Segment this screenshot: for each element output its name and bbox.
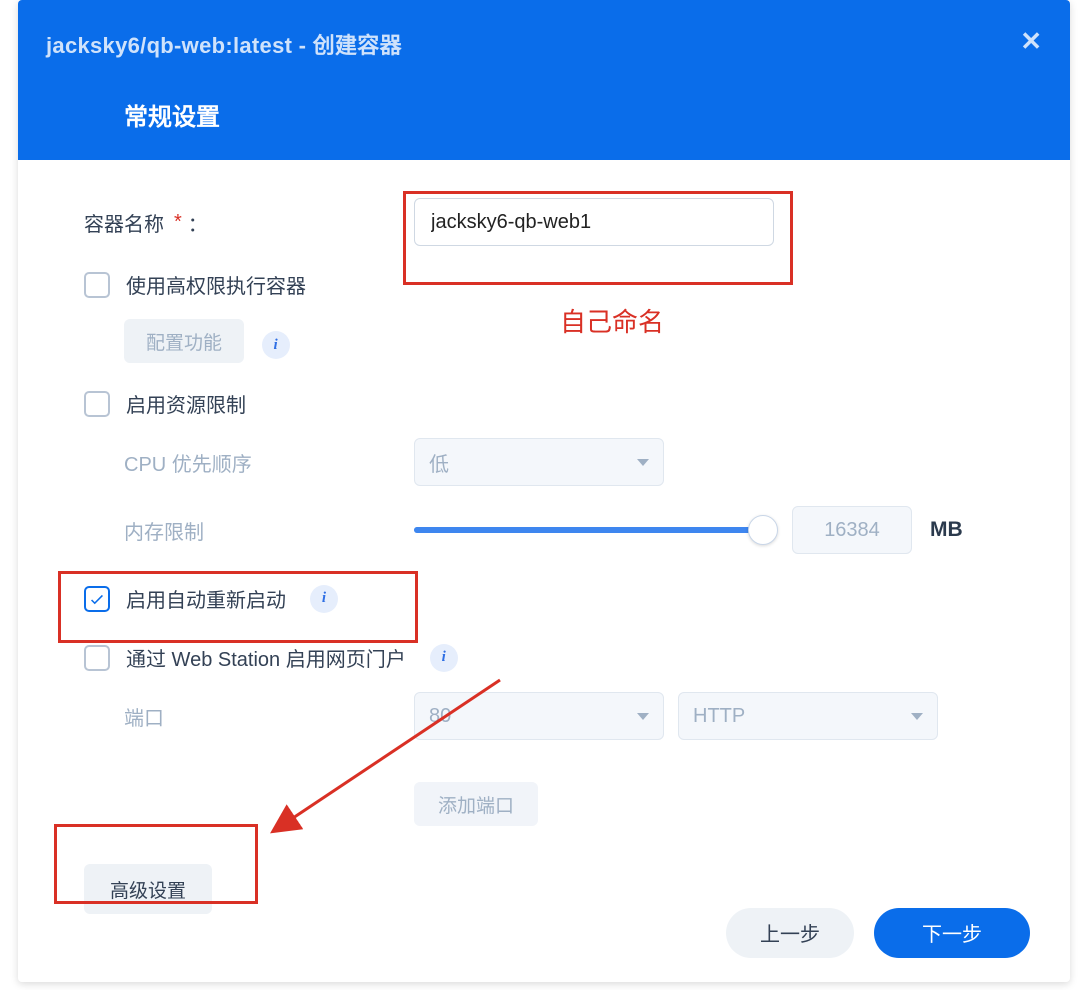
port-value: 80 [429, 705, 451, 728]
web-station-label: 通过 Web Station 启用网页门户 [126, 643, 406, 672]
chevron-down-icon [911, 713, 923, 720]
info-icon[interactable]: i [262, 331, 290, 359]
protocol-value: HTTP [693, 705, 745, 728]
row-privileged: 使用高权限执行容器 [84, 270, 1010, 299]
check-icon [88, 590, 106, 608]
dialog: jacksky6/qb-web:latest - 创建容器 ✕ 常规设置 容器名… [18, 0, 1070, 982]
container-name-input[interactable] [414, 198, 774, 246]
resource-limit-checkbox[interactable] [84, 391, 110, 417]
image-path-title: jacksky6/qb-web:latest - 创建容器 [46, 0, 1042, 60]
auto-restart-label: 启用自动重新启动 [126, 584, 286, 613]
container-name-colon: ： [188, 208, 208, 237]
port-label: 端口 [124, 702, 414, 731]
memory-slider[interactable] [414, 515, 774, 545]
info-icon[interactable]: i [310, 585, 338, 613]
auto-restart-checkbox[interactable] [84, 586, 110, 612]
row-cpu-priority: CPU 优先顺序 低 [124, 438, 1010, 486]
cpu-priority-select[interactable]: 低 [414, 438, 664, 486]
container-name-label: 容器名称 [84, 208, 164, 237]
protocol-select[interactable]: HTTP [678, 692, 938, 740]
info-icon[interactable]: i [430, 644, 458, 672]
dialog-footer: 上一步 下一步 [18, 892, 1070, 982]
section-title: 常规设置 [124, 97, 220, 132]
row-auto-restart: 启用自动重新启动 i [84, 584, 1010, 613]
privileged-label: 使用高权限执行容器 [126, 270, 306, 299]
annotation-text-rename: 自己命名 [560, 302, 664, 339]
memory-limit-label: 内存限制 [124, 516, 414, 545]
row-add-port: 添加端口 [414, 760, 1010, 826]
slider-fill [414, 527, 774, 533]
row-port: 端口 80 HTTP [124, 692, 1010, 740]
required-asterisk: * [174, 211, 182, 234]
chevron-down-icon [637, 713, 649, 720]
next-button[interactable]: 下一步 [874, 908, 1030, 958]
row-web-station: 通过 Web Station 启用网页门户 i [84, 643, 1010, 672]
cpu-priority-label: CPU 优先顺序 [124, 448, 414, 477]
memory-value-box[interactable]: 16384 [792, 506, 912, 554]
slider-thumb[interactable] [748, 515, 778, 545]
row-memory-limit: 内存限制 16384 MB [124, 506, 1010, 554]
privileged-checkbox[interactable] [84, 272, 110, 298]
resource-limit-label: 启用资源限制 [126, 389, 246, 418]
dialog-body: 容器名称 * ： 使用高权限执行容器 配置功能 i [18, 160, 1070, 982]
dialog-header: jacksky6/qb-web:latest - 创建容器 ✕ 常规设置 [18, 0, 1070, 160]
web-station-checkbox[interactable] [84, 645, 110, 671]
prev-button[interactable]: 上一步 [726, 908, 854, 958]
add-port-button[interactable]: 添加端口 [414, 782, 538, 826]
cpu-priority-value: 低 [429, 448, 449, 477]
chevron-down-icon [637, 459, 649, 466]
row-container-name: 容器名称 * ： [84, 198, 1010, 246]
close-button[interactable]: ✕ [1020, 26, 1042, 57]
config-capabilities-button[interactable]: 配置功能 [124, 319, 244, 363]
memory-unit: MB [930, 518, 963, 542]
port-select[interactable]: 80 [414, 692, 664, 740]
row-resource-limit: 启用资源限制 [84, 389, 1010, 418]
